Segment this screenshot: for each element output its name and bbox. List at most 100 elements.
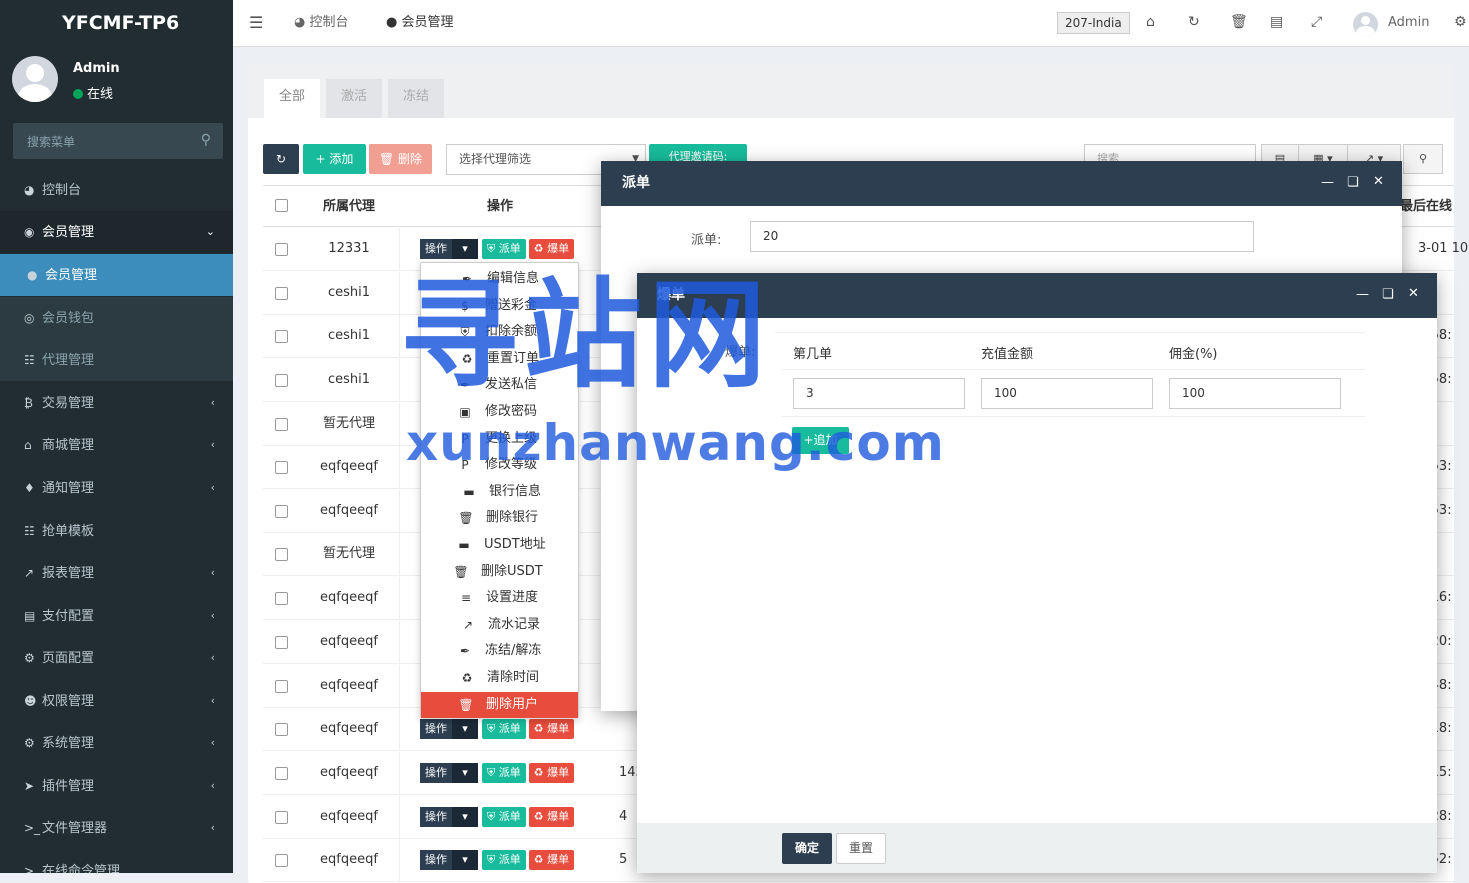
minimize-icon[interactable]: — bbox=[1321, 175, 1334, 190]
operate-caret-button[interactable]: ▾ bbox=[452, 850, 478, 870]
tab-all[interactable]: 全部 bbox=[264, 79, 321, 118]
sidebar-item-members[interactable]: ● 会员管理 bbox=[0, 254, 233, 296]
translate-icon[interactable]: ▤ bbox=[1270, 14, 1283, 30]
explode-button[interactable]: ♻ 爆单 bbox=[528, 850, 575, 870]
delete-button[interactable]: 🗑 删除 bbox=[369, 144, 432, 174]
trash-icon[interactable]: 🗑 bbox=[1230, 14, 1248, 30]
sidebar-search-input[interactable]: 搜索菜单 ⚲ bbox=[13, 123, 223, 159]
row-checkbox[interactable] bbox=[275, 854, 288, 867]
fullscreen-icon[interactable]: ⤢ bbox=[1311, 14, 1322, 30]
sidebar-item-wallet[interactable]: ◎ 会员钱包 bbox=[0, 297, 233, 339]
commission-input[interactable]: 100 bbox=[1169, 378, 1341, 409]
explode-button[interactable]: ♻ 爆单 bbox=[528, 807, 575, 827]
append-button[interactable]: +追加 bbox=[792, 427, 849, 454]
tab-frozen[interactable]: 冻结 bbox=[388, 79, 445, 118]
environment-tag[interactable]: 207-India bbox=[1057, 12, 1130, 34]
row-checkbox[interactable] bbox=[275, 636, 288, 649]
recharge-input[interactable]: 100 bbox=[981, 378, 1153, 409]
row-checkbox[interactable] bbox=[275, 330, 288, 343]
row-checkbox[interactable] bbox=[275, 811, 288, 824]
row-checkbox[interactable] bbox=[275, 680, 288, 693]
operate-button[interactable]: 操作 bbox=[420, 763, 452, 783]
dropdown-item[interactable]: ♻ 清除时间 bbox=[421, 665, 578, 691]
brand-logo[interactable]: YFCMF-TP6 bbox=[0, 0, 233, 46]
dropdown-item[interactable]: ✒ 编辑信息 bbox=[421, 266, 578, 292]
sidebar-item-command[interactable]: >_ 在线命令管理 bbox=[0, 850, 233, 873]
dropdown-item[interactable]: ↗ 流水记录 bbox=[421, 612, 578, 638]
tab-active[interactable]: 激活 bbox=[326, 79, 383, 118]
operate-caret-button[interactable]: ▾ bbox=[452, 763, 478, 783]
dropdown-item[interactable]: ⛨ 扣除余额 bbox=[421, 319, 578, 345]
sidebar-item-plugin[interactable]: ➤ 插件管理 ‹ bbox=[0, 765, 233, 807]
maximize-icon[interactable]: ❏ bbox=[1382, 287, 1394, 302]
search-button[interactable]: ⚲ bbox=[1403, 144, 1443, 174]
search-icon[interactable]: ⚲ bbox=[201, 132, 211, 148]
row-checkbox[interactable] bbox=[275, 723, 288, 736]
operate-caret-button[interactable]: ▾ bbox=[452, 807, 478, 827]
sidebar-item-report[interactable]: ↗ 报表管理 ‹ bbox=[0, 552, 233, 594]
dropdown-item[interactable]: P 修改等级 bbox=[421, 452, 578, 478]
sidebar-item-agents[interactable]: ☷ 代理管理 bbox=[0, 339, 233, 381]
dispatch-button[interactable]: ⛨ 派单 bbox=[482, 719, 526, 739]
operate-caret-button[interactable]: ▾ bbox=[452, 239, 478, 259]
dropdown-item[interactable]: P 更换上级 bbox=[421, 426, 578, 452]
sidebar-item-template[interactable]: ☷ 抢单模板 bbox=[0, 510, 233, 552]
dropdown-item[interactable]: 🗑 删除USDT bbox=[421, 559, 578, 585]
gears-icon[interactable]: ⚙ bbox=[1454, 14, 1467, 30]
refresh-icon[interactable]: ↻ bbox=[1188, 14, 1200, 30]
sidebar-item-system[interactable]: ⚙ 系统管理 ‹ bbox=[0, 722, 233, 764]
menu-toggle-icon[interactable]: ☰ bbox=[249, 13, 263, 32]
sidebar-item-member-management[interactable]: ◉ 会员管理 ⌄ bbox=[0, 211, 233, 253]
row-checkbox[interactable] bbox=[275, 767, 288, 780]
sidebar-item-page[interactable]: ⚙ 页面配置 ‹ bbox=[0, 637, 233, 679]
row-checkbox[interactable] bbox=[275, 374, 288, 387]
row-checkbox[interactable] bbox=[275, 461, 288, 474]
maximize-icon[interactable]: ❏ bbox=[1347, 175, 1359, 190]
sidebar-item-shop[interactable]: ⌂ 商城管理 ‹ bbox=[0, 424, 233, 466]
operate-caret-button[interactable]: ▾ bbox=[452, 719, 478, 739]
header-avatar[interactable] bbox=[1353, 12, 1378, 37]
dispatch-button[interactable]: ⛨ 派单 bbox=[482, 850, 526, 870]
select-all-checkbox[interactable] bbox=[275, 199, 288, 212]
dropdown-item[interactable]: 🗑 删除用户 bbox=[421, 691, 578, 718]
dispatch-input[interactable]: 20 bbox=[750, 221, 1254, 252]
sidebar-item-notify[interactable]: ♦ 通知管理 ‹ bbox=[0, 467, 233, 509]
header-admin-name[interactable]: Admin bbox=[1388, 15, 1429, 30]
add-button[interactable]: + 添加 bbox=[303, 144, 366, 174]
row-checkbox[interactable] bbox=[275, 505, 288, 518]
dropdown-item[interactable]: ✒ 冻结/解冻 bbox=[421, 638, 578, 664]
dropdown-item[interactable]: ≡ 设置进度 bbox=[421, 585, 578, 611]
operate-button[interactable]: 操作 bbox=[420, 850, 452, 870]
sidebar-item-dashboard[interactable]: ◕ 控制台 bbox=[0, 169, 233, 211]
row-checkbox[interactable] bbox=[275, 418, 288, 431]
operate-button[interactable]: 操作 bbox=[420, 807, 452, 827]
sidebar-item-trade[interactable]: ₿ 交易管理 ‹ bbox=[0, 382, 233, 424]
sidebar-item-files[interactable]: >_ 文件管理器 ‹ bbox=[0, 807, 233, 849]
dispatch-button[interactable]: ⛨ 派单 bbox=[482, 239, 526, 259]
dropdown-item[interactable]: ✒ 发送私信 bbox=[421, 372, 578, 398]
tab-member-management[interactable]: ● 会员管理 bbox=[370, 0, 470, 47]
dropdown-item[interactable]: ♻ 重置订单 bbox=[421, 346, 578, 372]
dropdown-item[interactable]: ▬ USDT地址 bbox=[421, 532, 578, 558]
dropdown-item[interactable]: ▬ 银行信息 bbox=[421, 479, 578, 505]
dropdown-item[interactable]: ▣ 修改密码 bbox=[421, 399, 578, 425]
row-checkbox[interactable] bbox=[275, 592, 288, 605]
dropdown-item[interactable]: 🗑 删除银行 bbox=[421, 505, 578, 531]
operate-button[interactable]: 操作 bbox=[420, 719, 452, 739]
row-checkbox[interactable] bbox=[275, 287, 288, 300]
refresh-button[interactable]: ↻ bbox=[263, 144, 299, 174]
explode-button[interactable]: ♻ 爆单 bbox=[528, 239, 575, 259]
sidebar-item-payment[interactable]: ▤ 支付配置 ‹ bbox=[0, 595, 233, 637]
dispatch-button[interactable]: ⛨ 派单 bbox=[482, 807, 526, 827]
order-index-input[interactable]: 3 bbox=[793, 378, 965, 409]
sidebar-item-permission[interactable]: ☻ 权限管理 ‹ bbox=[0, 680, 233, 722]
dispatch-button[interactable]: ⛨ 派单 bbox=[482, 763, 526, 783]
minimize-icon[interactable]: — bbox=[1356, 287, 1369, 302]
explode-button[interactable]: ♻ 爆单 bbox=[528, 763, 575, 783]
operate-button[interactable]: 操作 bbox=[420, 239, 452, 259]
reset-button[interactable]: 重置 bbox=[836, 833, 886, 864]
dropdown-item[interactable]: $ 赠送彩金 bbox=[421, 293, 578, 319]
tab-dashboard[interactable]: ◕ 控制台 bbox=[278, 0, 365, 47]
row-checkbox[interactable] bbox=[275, 548, 288, 561]
row-checkbox[interactable] bbox=[275, 243, 288, 256]
